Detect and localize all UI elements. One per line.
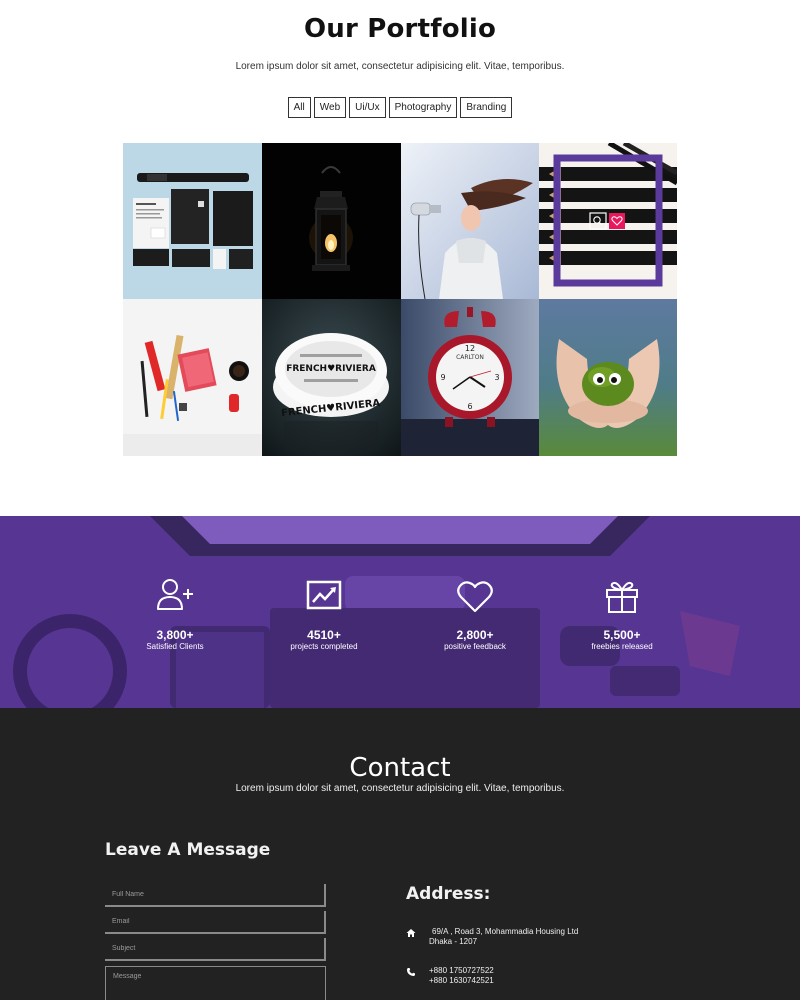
subject-input[interactable] bbox=[105, 938, 326, 961]
phone-number-2: +880 1630742521 bbox=[429, 976, 494, 985]
contact-section: Contact Lorem ipsum dolor sit amet, cons… bbox=[0, 708, 800, 1000]
clock-brand: CARLTON bbox=[456, 354, 484, 361]
chart-icon bbox=[306, 580, 342, 610]
filter-all-button[interactable]: All bbox=[287, 97, 311, 118]
address-text: 69/A , Road 3, Mohammadia Housing Ltd Dh… bbox=[429, 927, 578, 947]
moss-creature-photo-image bbox=[539, 299, 677, 456]
gift-icon bbox=[606, 581, 638, 613]
phone-number-1: +880 1750727522 bbox=[429, 966, 494, 975]
email-input[interactable] bbox=[105, 911, 326, 934]
heart-icon bbox=[457, 581, 493, 613]
stat-feedback: 2,800+ positive feedback bbox=[395, 576, 555, 652]
address-row: 69/A , Road 3, Mohammadia Housing Ltd Dh… bbox=[406, 927, 578, 947]
filter-branding-button[interactable]: Branding bbox=[460, 97, 513, 118]
hair-dryer-photo-image bbox=[401, 143, 539, 299]
phone-text: +880 1750727522 +880 1630742521 bbox=[429, 966, 494, 986]
pencils-photo-image bbox=[539, 143, 677, 299]
heart-icon[interactable] bbox=[609, 213, 625, 229]
portfolio-item-lantern[interactable] bbox=[262, 143, 401, 299]
stat-projects: 4510+ projects completed bbox=[244, 576, 404, 652]
message-textarea[interactable] bbox=[105, 966, 326, 1000]
svg-text:9: 9 bbox=[440, 373, 445, 382]
portfolio-item-moss-creature[interactable] bbox=[539, 299, 677, 456]
svg-text:12: 12 bbox=[465, 344, 475, 353]
address-line-1: 69/A , Road 3, Mohammadia Housing Ltd bbox=[432, 927, 579, 936]
leave-message-heading: Leave A Message bbox=[105, 840, 271, 860]
portfolio-item-alarm-clock[interactable]: CARLTON 12 3 6 9 bbox=[401, 299, 539, 456]
stat-projects-number: 4510+ bbox=[307, 628, 341, 642]
stat-freebies-number: 5,500+ bbox=[603, 628, 641, 642]
portfolio-section: Our Portfolio Lorem ipsum dolor sit amet… bbox=[0, 0, 800, 516]
address-line-2: Dhaka - 1207 bbox=[429, 937, 478, 946]
stat-feedback-label: positive feedback bbox=[444, 642, 506, 651]
svg-text:3: 3 bbox=[494, 373, 499, 382]
portfolio-item-ashtray[interactable]: FRENCH♥RIVIERA FRENCH♥RIVIERA bbox=[262, 299, 401, 456]
filter-photography-button[interactable]: Photography bbox=[388, 97, 458, 118]
lantern-photo-image bbox=[262, 143, 401, 299]
stationery-mockup-image bbox=[123, 143, 262, 299]
address-heading: Address: bbox=[406, 884, 491, 904]
filter-uiux-button[interactable]: Ui/Ux bbox=[349, 97, 386, 118]
user-plus-icon bbox=[157, 579, 193, 610]
portfolio-item-hair-dryer[interactable] bbox=[401, 143, 539, 299]
stat-clients-number: 3,800+ bbox=[156, 628, 194, 642]
contact-title: Contact bbox=[349, 753, 451, 783]
stat-freebies: 5,500+ freebies released bbox=[542, 576, 702, 652]
stat-freebies-label: freebies released bbox=[591, 642, 653, 651]
svg-text:6: 6 bbox=[467, 402, 472, 411]
phone-row: +880 1750727522 +880 1630742521 bbox=[406, 966, 494, 986]
portfolio-filters: All Web Ui/Ux Photography Branding bbox=[0, 97, 800, 118]
portfolio-grid: FRENCH♥RIVIERA FRENCH♥RIVIERA CARLTON 12… bbox=[123, 143, 677, 456]
portfolio-item-stationery[interactable] bbox=[123, 143, 262, 299]
stat-clients: 3,800+ Satisfied Clients bbox=[95, 576, 255, 652]
desk-tools-photo-image bbox=[123, 299, 262, 456]
phone-icon bbox=[407, 968, 415, 976]
ashtray-text: FRENCH♥RIVIERA bbox=[286, 364, 376, 374]
alarm-clock-photo-image: CARLTON 12 3 6 9 bbox=[401, 299, 539, 456]
portfolio-title: Our Portfolio bbox=[303, 14, 497, 44]
portfolio-subtitle: Lorem ipsum dolor sit amet, consectetur … bbox=[235, 61, 565, 72]
stat-feedback-number: 2,800+ bbox=[456, 628, 494, 642]
contact-subtitle: Lorem ipsum dolor sit amet, consectetur … bbox=[235, 783, 565, 794]
stats-section: 3,800+ Satisfied Clients 4510+ projects … bbox=[0, 516, 800, 708]
ashtray-photo-image: FRENCH♥RIVIERA FRENCH♥RIVIERA bbox=[262, 299, 401, 456]
stat-clients-label: Satisfied Clients bbox=[146, 642, 204, 651]
home-icon bbox=[406, 929, 416, 937]
filter-web-button[interactable]: Web bbox=[313, 97, 347, 118]
stat-projects-label: projects completed bbox=[290, 642, 358, 651]
portfolio-item-desk-tools[interactable] bbox=[123, 299, 262, 456]
portfolio-item-pencils[interactable] bbox=[539, 143, 677, 299]
full-name-input[interactable] bbox=[105, 884, 326, 907]
